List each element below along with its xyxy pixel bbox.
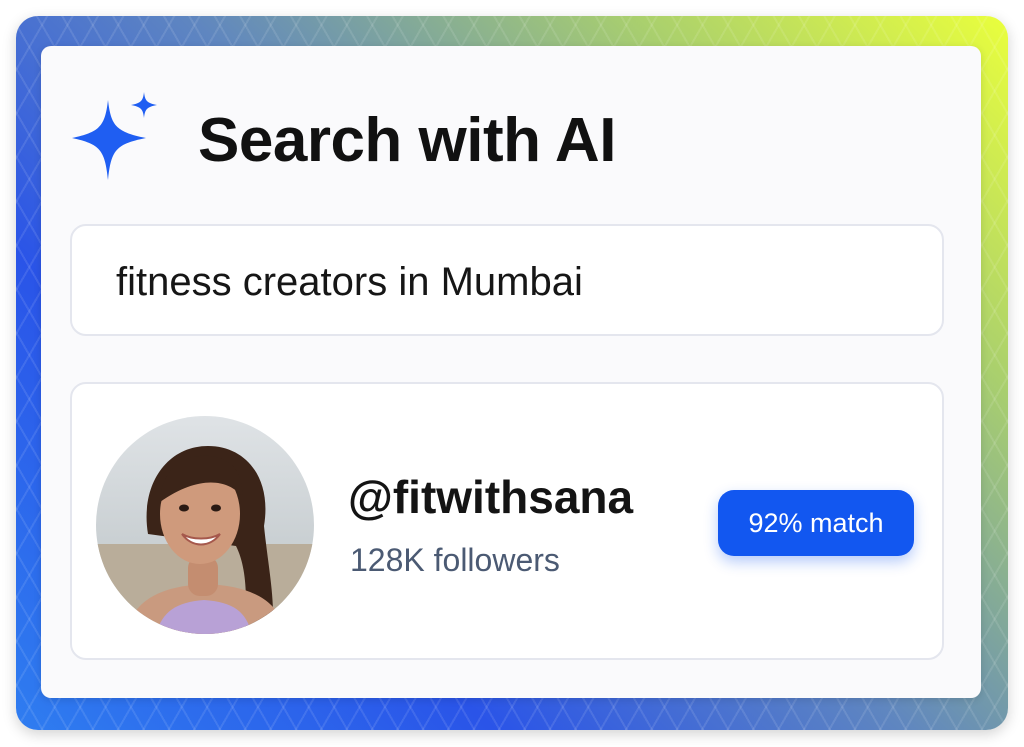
search-query-text: fitness creators in Mumbai	[116, 260, 583, 304]
result-card[interactable]: @fitwithsana 128K followers 92% match	[70, 382, 944, 660]
avatar	[96, 416, 314, 634]
page-title: Search with AI	[198, 106, 616, 175]
sparkle-icon	[66, 88, 166, 188]
search-input[interactable]: fitness creators in Mumbai	[70, 224, 944, 336]
match-badge: 92% match	[718, 490, 914, 556]
follower-count: 128K followers	[350, 542, 560, 578]
creator-handle[interactable]: @fitwithsana	[348, 470, 633, 524]
